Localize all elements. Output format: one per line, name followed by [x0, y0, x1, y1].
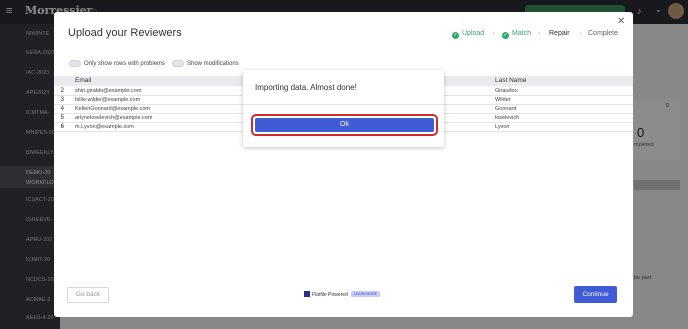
chevron-right-icon: › — [538, 30, 541, 37]
email-cell[interactable]: hillie.wilder@example.com — [75, 96, 140, 105]
import-confirm-dialog: Importing data. Almost done! Ok — [243, 70, 444, 147]
upload-modal: Upload your Reviewers ✕ ✓ Upload › ✓ Match… — [54, 12, 633, 317]
modifications-toggle[interactable] — [172, 60, 184, 67]
row-number: 4 — [60, 106, 64, 112]
problems-toggle[interactable] — [69, 60, 81, 67]
flatfile-logo-icon — [304, 291, 310, 297]
step-complete: Complete — [588, 30, 618, 37]
powered-by-badge[interactable]: Flatfile Powered LEARN MORE — [304, 290, 381, 300]
email-cell[interactable]: KellenGonnard@example.com — [75, 105, 150, 114]
row-number: 2 — [60, 88, 64, 94]
modifications-toggle-label: Show modifications — [187, 61, 239, 67]
step-repair: Repair — [549, 30, 570, 37]
learn-more-pill[interactable]: LEARN MORE — [350, 291, 381, 297]
column-header-last-name: Last Name — [495, 77, 527, 84]
last-name-cell[interactable]: Wilder — [495, 96, 511, 105]
last-name-cell[interactable]: loselevich — [495, 114, 519, 123]
continue-button[interactable]: Continue — [574, 286, 617, 303]
ok-button[interactable]: Ok — [255, 118, 434, 132]
column-header-email: Email — [75, 77, 92, 84]
email-cell[interactable]: m.Lyvon@example.com — [75, 123, 134, 132]
go-back-button[interactable]: Go back — [67, 287, 109, 303]
step-match: ✓ Match — [502, 30, 532, 39]
email-cell[interactable]: arlyneloselevich@example.com — [75, 114, 152, 123]
last-name-cell[interactable]: Lyvon — [495, 123, 509, 132]
chevron-right-icon: › — [579, 30, 582, 37]
step-upload: ✓ Upload — [452, 30, 485, 39]
dialog-message: Importing data. Almost done! — [255, 83, 357, 92]
row-number: 3 — [60, 97, 64, 103]
check-icon: ✓ — [502, 32, 509, 39]
dialog-divider — [243, 104, 444, 105]
last-name-cell[interactable]: Gonnard — [495, 105, 516, 114]
modal-title: Upload your Reviewers — [68, 27, 182, 39]
problems-toggle-label: Only show rows with problems — [84, 61, 166, 67]
row-number: 6 — [60, 124, 64, 130]
row-number: 5 — [60, 115, 64, 121]
check-icon: ✓ — [452, 32, 459, 39]
chevron-right-icon: › — [492, 30, 495, 37]
close-icon[interactable]: ✕ — [617, 17, 625, 27]
email-cell[interactable]: shiri.giraldo@example.com — [75, 87, 141, 96]
last-name-cell[interactable]: Giraudou — [495, 87, 518, 96]
